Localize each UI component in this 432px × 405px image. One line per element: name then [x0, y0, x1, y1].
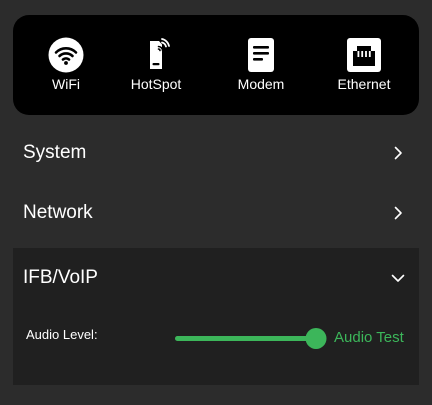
- connection-type-panel: WiFi HotSpot Modem Ethernet: [13, 15, 419, 115]
- menu-row-network[interactable]: Network: [13, 183, 419, 243]
- chevron-right-icon: [391, 146, 405, 160]
- connection-wifi-button[interactable]: WiFi: [16, 15, 116, 115]
- audio-test-button[interactable]: Audio Test: [334, 329, 404, 346]
- menu-row-ifb-voip-label: IFB/VoIP: [23, 267, 98, 288]
- menu-row-system[interactable]: System: [13, 123, 419, 183]
- modem-icon: [243, 37, 279, 73]
- connection-ethernet-button[interactable]: Ethernet: [314, 15, 414, 115]
- audio-level-slider-fill: [175, 336, 316, 341]
- connection-wifi-label: WiFi: [52, 76, 80, 92]
- menu-row-ifb-voip[interactable]: IFB/VoIP: [13, 248, 419, 308]
- connection-hotspot-label: HotSpot: [130, 76, 182, 92]
- chevron-down-icon: [391, 271, 405, 285]
- ethernet-icon: [346, 37, 382, 73]
- ifb-voip-section: IFB/VoIP Audio Level: Audio Test: [13, 248, 419, 385]
- hotspot-icon: [138, 37, 174, 73]
- audio-level-slider-thumb[interactable]: [305, 328, 327, 349]
- connection-modem-button[interactable]: Modem: [211, 15, 311, 115]
- wifi-icon: [48, 37, 84, 73]
- connection-ethernet-label: Ethernet: [337, 76, 391, 92]
- connection-hotspot-button[interactable]: HotSpot: [106, 15, 206, 115]
- audio-level-slider[interactable]: [175, 328, 327, 349]
- connection-modem-label: Modem: [237, 76, 285, 92]
- menu-row-network-label: Network: [23, 202, 93, 223]
- chevron-right-icon: [391, 206, 405, 220]
- audio-level-label: Audio Level:: [26, 327, 98, 342]
- menu-row-system-label: System: [23, 142, 87, 163]
